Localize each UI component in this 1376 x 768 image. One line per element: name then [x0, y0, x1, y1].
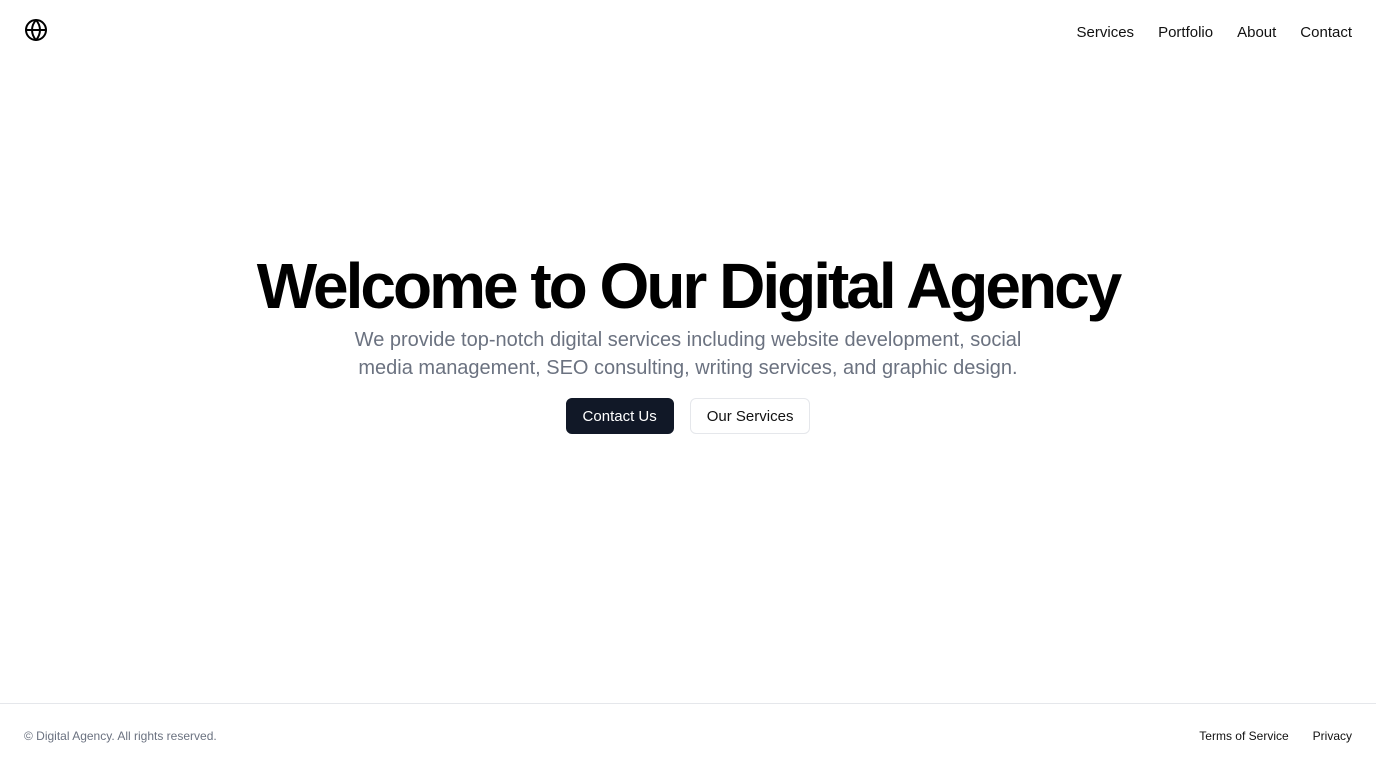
site-header: Services Portfolio About Contact — [0, 0, 1376, 64]
footer-links: Terms of Service Privacy — [1199, 729, 1352, 743]
hero-section: Welcome to Our Digital Agency We provide… — [0, 250, 1376, 434]
footer-link-terms[interactable]: Terms of Service — [1199, 729, 1288, 743]
hero-title: Welcome to Our Digital Agency — [256, 250, 1122, 322]
our-services-button[interactable]: Our Services — [689, 398, 811, 434]
main-nav: Services Portfolio About Contact — [1077, 24, 1352, 41]
hero-subtitle: We provide top-notch digital services in… — [354, 329, 1022, 379]
footer-link-privacy[interactable]: Privacy — [1313, 729, 1352, 743]
nav-link-services[interactable]: Services — [1077, 24, 1135, 41]
nav-link-portfolio[interactable]: Portfolio — [1158, 24, 1213, 41]
hero-actions: Contact Us Our Services — [565, 398, 811, 434]
site-footer: © Digital Agency. All rights reserved. T… — [0, 703, 1376, 768]
nav-link-about[interactable]: About — [1237, 24, 1276, 41]
contact-us-button[interactable]: Contact Us — [565, 398, 674, 434]
globe-icon — [24, 18, 48, 47]
home-logo-link[interactable] — [24, 18, 48, 47]
landing-page: Services Portfolio About Contact Welcome… — [0, 0, 1376, 768]
copyright-text: © Digital Agency. All rights reserved. — [24, 729, 217, 743]
nav-link-contact[interactable]: Contact — [1300, 24, 1352, 41]
